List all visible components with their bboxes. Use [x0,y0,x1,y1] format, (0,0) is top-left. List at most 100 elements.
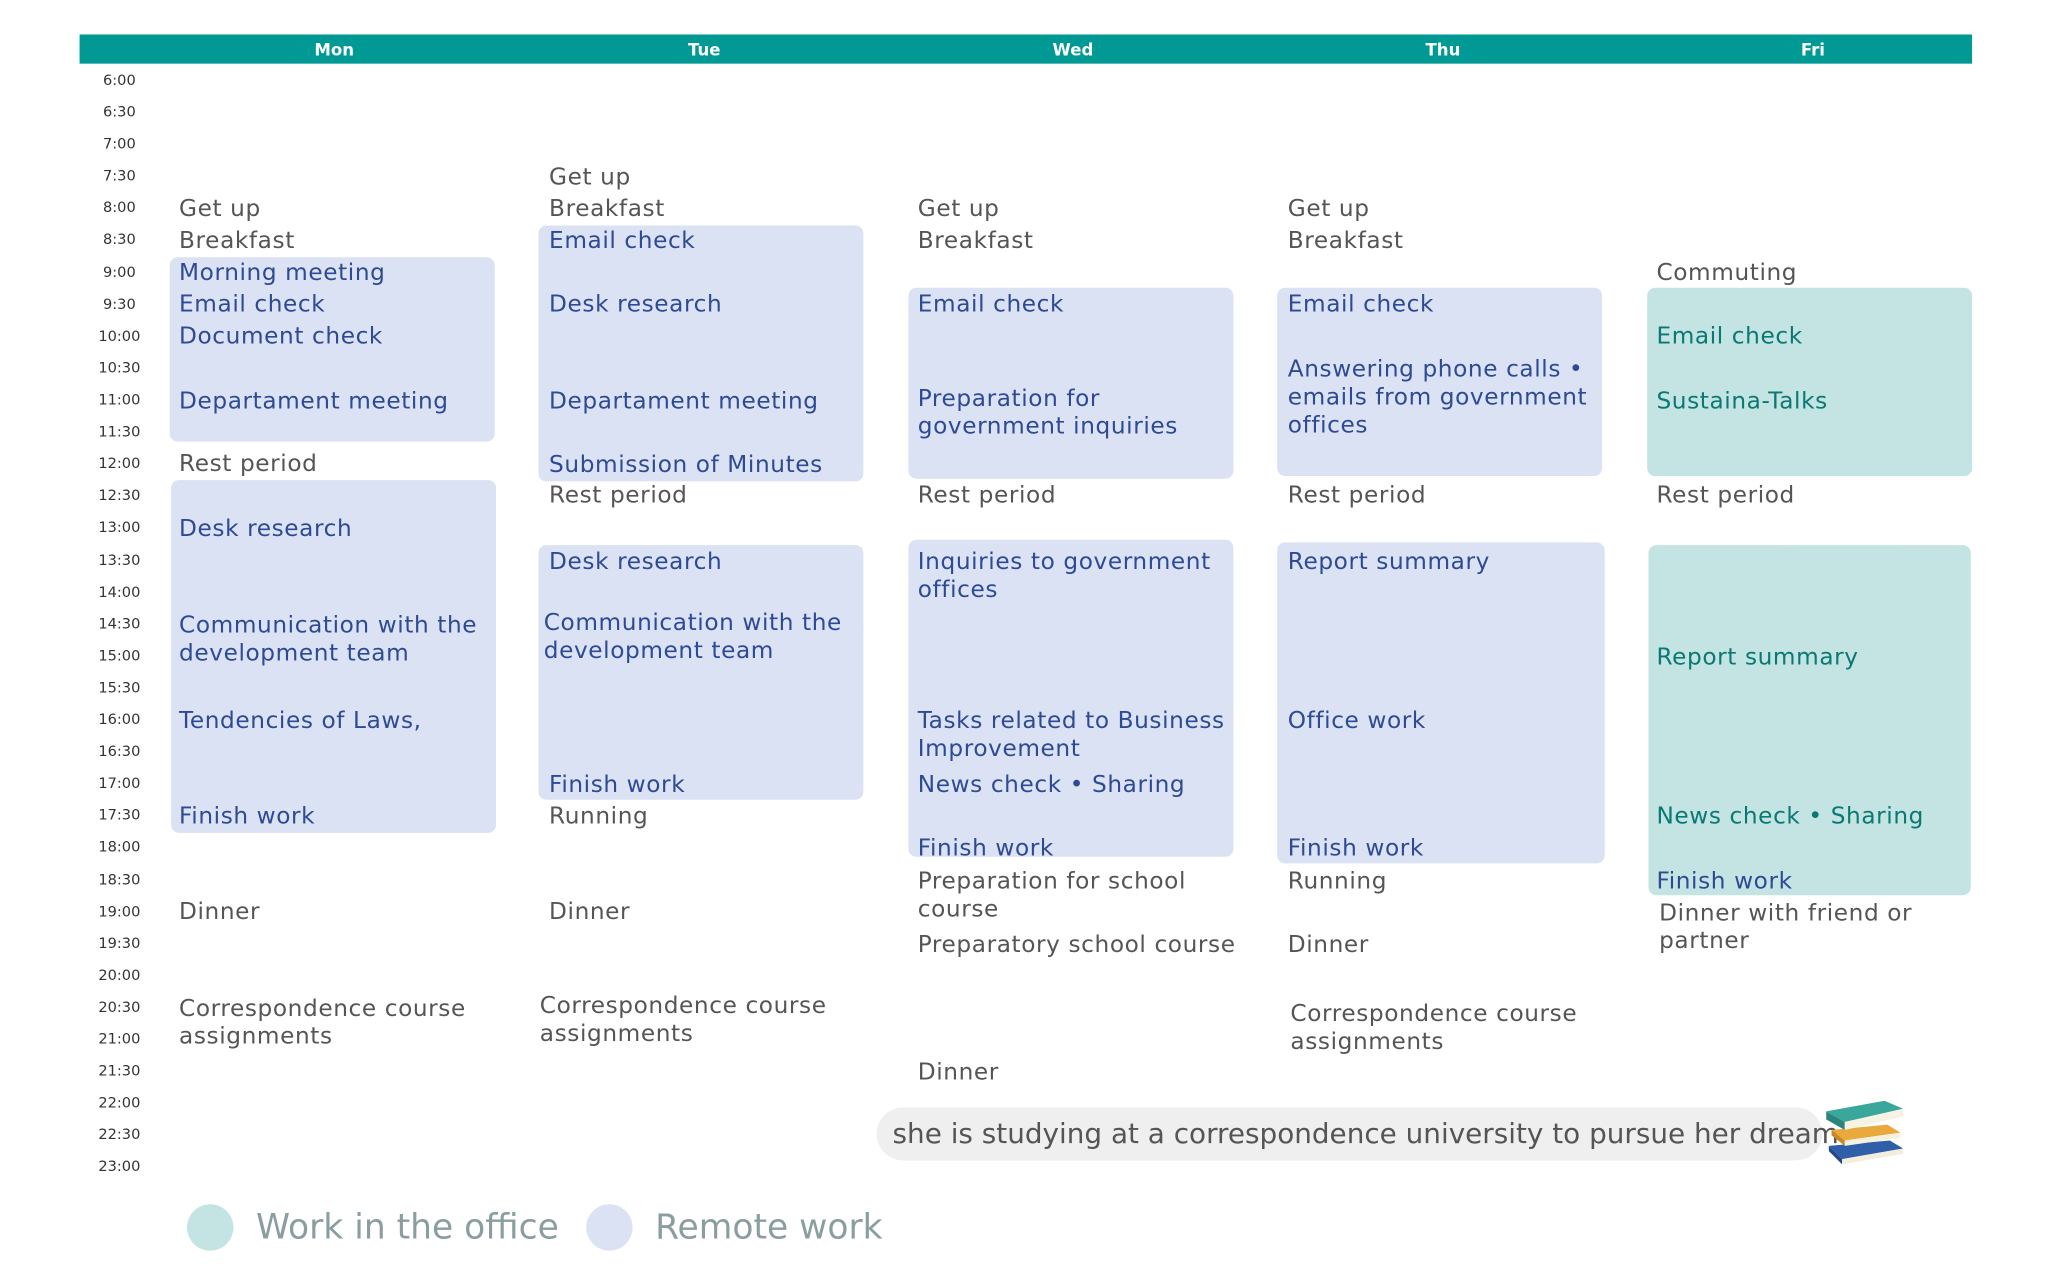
time-label: 21:00 [98,1030,141,1048]
time-label: 17:00 [98,774,141,792]
event-communication-dev-line2: development team [179,640,410,668]
event-email-check: Email check [1287,291,1435,319]
event-correspondence-line2: assignments [539,1021,694,1048]
day-tue: Tue [687,39,721,60]
time-label: 18:30 [98,871,141,889]
time-label: 11:30 [98,423,141,441]
day-wed: Wed [1052,39,1094,60]
event-communication-dev: Communication with the [179,612,478,640]
time-label: 7:00 [102,135,136,153]
event-report-summary: Report summary [1287,549,1490,576]
event-news-check: News check • Sharing [917,771,1186,799]
event-get-up: Get up [549,164,631,191]
time-label: 16:00 [98,710,141,729]
event-breakfast: Breakfast [549,196,665,223]
time-label: 16:30 [98,742,141,760]
event-email-check: Email check [179,291,326,319]
event-dinner-friend-line2: partner [1659,928,1750,955]
event-business-improvement-line2: Improvement [917,736,1081,763]
event-dinner: Dinner [1287,932,1369,959]
event-report-summary: Report summary [1656,644,1859,672]
weekly-schedule: Mon Tue Wed Thu Fri 6:00 6:30 7:00 7:30 … [0,0,2050,1264]
fri-afternoon-office-block [1648,545,1971,896]
event-preparatory-school-course: Preparatory school course [917,932,1236,959]
time-label: 17:30 [98,806,141,824]
event-correspondence: Correspondence course [1290,1001,1578,1028]
event-dinner: Dinner [549,899,631,926]
event-morning-meeting: Morning meeting [179,259,386,287]
time-label: 18:00 [98,838,141,856]
event-finish-work: Finish work [917,835,1054,863]
time-label: 10:00 [98,327,141,345]
event-tendencies-of-laws: Tendencies of Laws, [179,708,422,735]
note-text: she is studying at a correspondence univ… [892,1118,1839,1150]
event-dept-meeting: Departament meeting [179,388,449,416]
event-desk-research: Desk research [549,291,723,319]
event-finish-work: Finish work [549,771,686,799]
time-label: 14:30 [98,615,141,633]
event-breakfast: Breakfast [179,228,295,255]
time-label: 8:00 [102,198,136,217]
event-sustaina-talks: Sustaina-Talks [1656,388,1828,416]
event-email-check: Email check [1656,323,1803,351]
event-dinner: Dinner [917,1059,999,1087]
event-email-check: Email check [549,228,696,255]
time-label: 6:00 [102,71,136,89]
event-answering-calls-line2: emails from government [1287,384,1588,412]
event-get-up: Get up [1287,196,1370,223]
time-label: 8:30 [102,230,136,249]
event-document-check: Document check [179,323,383,351]
event-correspondence: Correspondence course [179,995,466,1023]
event-rest-period: Rest period [549,482,688,510]
event-desk-research: Desk research [179,515,353,543]
tue-morning-remote-block [538,225,864,482]
tue-afternoon-remote-block [538,545,864,800]
time-label: 14:00 [98,583,141,601]
event-prep-school: Preparation for school [917,868,1187,896]
day-fri: Fri [1800,39,1826,60]
event-correspondence-line2: assignments [1290,1029,1445,1056]
event-running: Running [549,803,649,831]
time-label: 6:30 [102,103,136,121]
time-label: 11:00 [98,391,141,409]
event-answering-calls: Answering phone calls • [1287,356,1584,384]
time-label: 9:00 [102,263,136,282]
time-label: 20:30 [98,998,141,1016]
event-business-improvement: Tasks related to Business [917,708,1225,735]
event-rest-period: Rest period [1287,482,1427,510]
time-label: 12:00 [98,454,141,473]
day-mon: Mon [314,39,355,60]
day-header-bar: Mon Tue Wed Thu Fri [79,34,1973,64]
event-submission-minutes: Submission of Minutes [549,452,823,479]
time-label: 22:30 [98,1125,141,1144]
time-label: 13:30 [98,551,141,569]
event-rest-period: Rest period [917,482,1057,510]
time-label: 10:30 [98,359,141,377]
event-email-check: Email check [917,291,1065,319]
time-label: 9:30 [102,295,136,313]
event-breakfast: Breakfast [917,228,1034,255]
event-get-up: Get up [179,196,261,223]
event-inquiries-gov: Inquiries to government [917,549,1211,576]
event-inquiries-gov-line2: offices [917,576,999,604]
event-prep-school-line2: course [917,896,999,924]
day-thu: Thu [1425,39,1461,60]
event-dinner-friend: Dinner with friend or [1659,900,1913,928]
event-answering-calls-line3: offices [1287,412,1369,439]
event-get-up: Get up [917,196,1000,223]
time-label: 12:30 [98,486,141,504]
time-label: 22:00 [98,1094,141,1112]
event-running: Running [1287,868,1388,896]
event-correspondence-line2: assignments [179,1023,333,1051]
thu-afternoon-remote-block [1277,542,1605,864]
event-communication-dev: Communication with the [543,610,842,637]
event-communication-dev-line2: development team [543,637,774,665]
event-dinner: Dinner [179,899,261,926]
time-label: 21:30 [98,1062,141,1080]
event-prep-gov-inquiries: Preparation for [917,385,1101,413]
event-breakfast: Breakfast [1287,228,1404,255]
fri-morning-office-block [1647,287,1973,477]
event-prep-gov-inquiries-line2: government inquiries [917,413,1178,441]
books-icon [1826,1100,1904,1165]
event-rest-period: Rest period [1656,482,1795,510]
